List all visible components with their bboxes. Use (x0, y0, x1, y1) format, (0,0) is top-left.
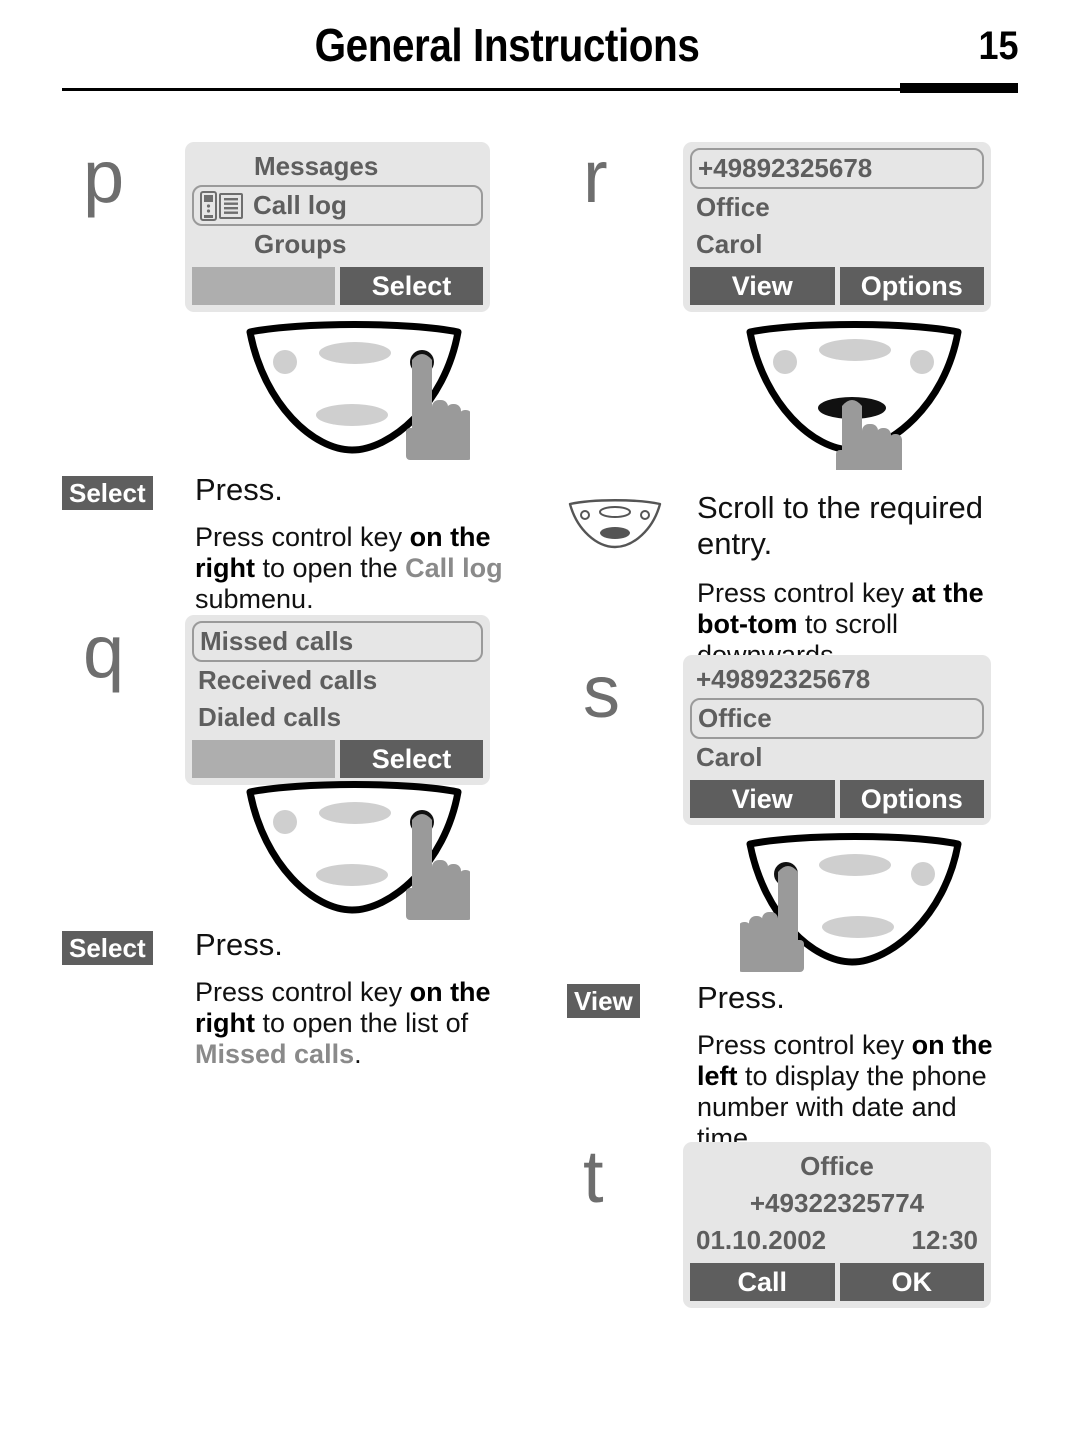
header-rule (62, 88, 1018, 91)
instruction-title: Press. (697, 980, 785, 1015)
instr-text-1: Press control key (697, 1030, 912, 1060)
page-header: General Instructions 15 (0, 0, 1080, 96)
control-key-press-right-illustration-2 (240, 780, 472, 935)
control-key-press-right-illustration (240, 320, 472, 475)
instr-text-1: Press control key (195, 522, 410, 552)
step-marker-p: p (83, 135, 125, 218)
step-marker-s: s (583, 650, 620, 733)
softkey-left-view[interactable]: View (690, 267, 835, 305)
step-marker-t: t (583, 1135, 604, 1218)
softkey-left-call[interactable]: Call (690, 1263, 835, 1301)
list-row-missed-calls[interactable]: Missed calls (192, 621, 483, 662)
softkey-bar: View Options (690, 267, 984, 305)
call-log-icon (200, 190, 244, 221)
instruction-title: Press. (195, 927, 283, 962)
instr-text-gray: Call log (405, 553, 503, 583)
step-marker-q: q (83, 610, 125, 693)
instr-text-2: to display the phone number with date an… (697, 1061, 987, 1153)
entry-row-office[interactable]: Office (690, 698, 984, 739)
softkey-left[interactable] (192, 267, 335, 305)
screen-missed-list-1: +49892325678 Office Carol View Options (683, 142, 991, 312)
softkey-bar: Call OK (690, 1263, 984, 1301)
list-row-dialed-calls[interactable]: Dialed calls (192, 699, 483, 736)
control-key-press-bottom-illustration (740, 320, 970, 476)
instruction-title-line1: Scroll to the required (697, 490, 984, 525)
instr-text-gray: Missed calls (195, 1039, 355, 1069)
entry-row-carol[interactable]: Carol (690, 739, 984, 776)
instr-text-3: submenu. (195, 584, 314, 614)
menu-row-call-log-label: Call log (253, 190, 347, 220)
detail-time: 12:30 (911, 1225, 979, 1255)
control-key-bottom-icon (567, 498, 663, 555)
menu-row-messages[interactable]: Messages (192, 148, 483, 185)
softkey-right-select[interactable]: Select (340, 267, 483, 305)
softkey-bar: View Options (690, 780, 984, 818)
instr-text-2: to open the list of (255, 1008, 469, 1038)
control-key-press-left-illustration (738, 832, 970, 987)
detail-datetime: 01.10.2002 12:30 (690, 1222, 984, 1259)
detail-date: 01.10.2002 (696, 1225, 827, 1255)
softkey-bar: Select (192, 740, 483, 778)
softkey-bar: Select (192, 267, 483, 305)
softkey-left-view[interactable]: View (690, 780, 835, 818)
page-number: 15 (977, 24, 1018, 68)
entry-row-office[interactable]: Office (690, 189, 984, 226)
softkey-right-options[interactable]: Options (839, 780, 984, 818)
screen-missed-list-2: +49892325678 Office Carol View Options (683, 655, 991, 825)
instruction-title-line2: entry. (697, 526, 773, 561)
instr-text-2: to open the (255, 553, 406, 583)
detail-name: Office (800, 1151, 874, 1181)
entry-row-number[interactable]: +49892325678 (690, 148, 984, 189)
instruction-title: Press. (195, 472, 283, 507)
screen-menu-call-log: Messages Call log Groups Select (185, 142, 490, 312)
step-marker-r: r (583, 135, 608, 218)
entry-row-number[interactable]: +49892325678 (690, 661, 984, 698)
detail-number: +49322325774 (749, 1188, 925, 1218)
instr-text-bold-2: tom (747, 609, 798, 639)
screen-call-log-list: Missed calls Received calls Dialed calls… (185, 615, 490, 785)
menu-row-call-log[interactable]: Call log (192, 185, 483, 226)
softkey-right-ok[interactable]: OK (839, 1263, 984, 1301)
screen-call-detail: Office +49322325774 01.10.2002 12:30 Cal… (683, 1142, 991, 1308)
softkey-right-options[interactable]: Options (839, 267, 984, 305)
instruction-body: Press control key on the right to open t… (195, 522, 530, 615)
menu-row-groups[interactable]: Groups (192, 226, 483, 263)
softkey-right-select[interactable]: Select (340, 740, 483, 778)
key-badge-select-2[interactable]: Select (62, 931, 153, 965)
key-badge-select[interactable]: Select (62, 476, 153, 510)
instruction-body: Press control key on the right to open t… (195, 977, 535, 1070)
key-badge-view[interactable]: View (567, 984, 640, 1018)
entry-row-carol[interactable]: Carol (690, 226, 984, 263)
instr-text-3: . (354, 1039, 362, 1069)
instr-text-1: Press control key (697, 578, 912, 608)
softkey-left[interactable] (192, 740, 335, 778)
instruction-title: Scroll to the required entry. (697, 490, 1027, 562)
list-row-received-calls[interactable]: Received calls (192, 662, 483, 699)
page-title: General Instructions (314, 19, 700, 71)
header-rule-accent (900, 83, 1018, 93)
instr-text-1: Press control key (195, 977, 410, 1007)
instruction-body: Press control key on the left to display… (697, 1030, 1022, 1154)
